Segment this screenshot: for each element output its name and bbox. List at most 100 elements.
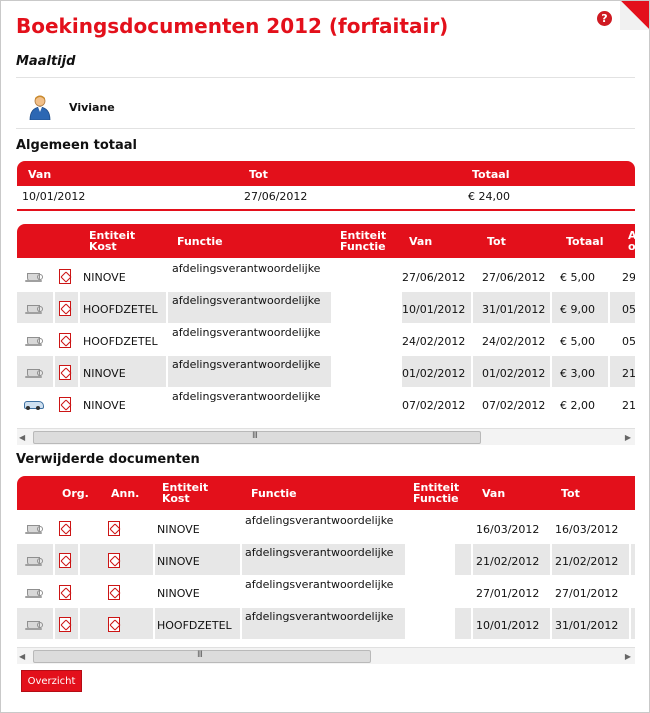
cell-van: 27/06/2012 xyxy=(402,271,466,284)
cell-tot: 16/03/2012 xyxy=(555,523,619,536)
cell-entiteit-kost: NINOVE xyxy=(83,271,126,284)
col-entiteit-functie: Entiteit Functie xyxy=(340,229,387,253)
cup-plate xyxy=(25,280,42,282)
cell-cutoff: 05 xyxy=(622,335,635,348)
scrollbar-thumb[interactable]: III xyxy=(33,650,371,663)
cell-totaal: € 9,00 xyxy=(560,303,595,316)
cell-entiteit-kost: HOOFDZETEL xyxy=(83,303,158,316)
col-entiteit-kost: Entiteit Kost xyxy=(89,229,136,253)
cell-functie: afdelingsverantwoordelijke xyxy=(245,514,394,527)
cell-cutoff: 21 xyxy=(622,367,635,380)
cell-functie: afdelingsverantwoordelijke xyxy=(172,294,321,307)
org-pdf-icon[interactable] xyxy=(59,617,71,632)
help-icon[interactable]: ? xyxy=(597,11,612,26)
col-tot: Tot xyxy=(561,487,580,500)
cup-icon xyxy=(25,303,43,314)
page-corner-fold xyxy=(620,1,649,30)
cell-van: 01/02/2012 xyxy=(402,367,466,380)
documents-table-header: Entiteit Kost Functie Entiteit Functie V… xyxy=(17,224,635,258)
cell-van: 10/01/2012 xyxy=(476,619,540,632)
pdf-icon[interactable] xyxy=(59,269,71,284)
table-row: NINOVE afdelingsverantwoordelijke 27/01/20… xyxy=(17,576,635,608)
col-van: Van xyxy=(409,235,433,248)
cup-icon xyxy=(25,271,43,282)
scroll-right-arrow-icon[interactable]: ▶ xyxy=(625,433,631,442)
car-wheel xyxy=(26,406,30,410)
col-totaal: Totaal xyxy=(566,235,604,248)
col-functie: Functie xyxy=(251,487,297,500)
totals-totaal: € 24,00 xyxy=(468,190,510,203)
ann-pdf-icon[interactable] xyxy=(108,553,120,568)
cell-functie: afdelingsverantwoordelijke xyxy=(172,358,321,371)
cell-tot: 01/02/2012 xyxy=(482,367,546,380)
org-pdf-icon[interactable] xyxy=(59,585,71,600)
cell-van: 21/02/2012 xyxy=(476,555,540,568)
col-functie: Functie xyxy=(177,235,223,248)
col-cutoff: A o xyxy=(628,230,635,253)
documents-horizontal-scrollbar[interactable]: ◀ III ▶ xyxy=(17,428,635,445)
cell-van: 27/01/2012 xyxy=(476,587,540,600)
totals-row: 10/01/2012 27/06/2012 € 24,00 xyxy=(17,186,635,208)
totals-van: 10/01/2012 xyxy=(22,190,86,203)
cell-totaal: € 3,00 xyxy=(560,367,595,380)
scrollbar-thumb[interactable]: III xyxy=(33,431,481,444)
overzicht-button[interactable]: Overzicht xyxy=(21,670,82,692)
col-ann: Ann. xyxy=(111,487,140,500)
cell-tot: 21/02/2012 xyxy=(555,555,619,568)
table-row: NINOVE afdelingsverantwoordelijke 27/06/20… xyxy=(17,260,635,292)
cell-van: 10/01/2012 xyxy=(402,303,466,316)
col-tot: Tot xyxy=(487,235,506,248)
cell-entiteit-kost: NINOVE xyxy=(157,523,200,536)
cell-functie: afdelingsverantwoordelijke xyxy=(245,546,394,559)
cup-icon xyxy=(25,335,43,346)
col-org: Org. xyxy=(62,487,89,500)
org-pdf-icon[interactable] xyxy=(59,553,71,568)
col-van: Van xyxy=(28,168,52,181)
scroll-left-arrow-icon[interactable]: ◀ xyxy=(19,652,25,661)
cell-functie: afdelingsverantwoordelijke xyxy=(245,578,394,591)
cell-tot: 07/02/2012 xyxy=(482,399,546,412)
cell-entiteit-kost: NINOVE xyxy=(157,587,200,600)
pdf-icon[interactable] xyxy=(59,397,71,412)
pdf-icon[interactable] xyxy=(59,301,71,316)
deleted-horizontal-scrollbar[interactable]: ◀ III ▶ xyxy=(17,647,635,664)
pdf-icon[interactable] xyxy=(59,365,71,380)
col-entiteit-functie: Entiteit Functie xyxy=(413,481,460,505)
org-pdf-icon[interactable] xyxy=(59,521,71,536)
table-row: HOOFDZETEL afdelingsverantwoordelijke 10/0… xyxy=(17,608,635,640)
totals-tot: 27/06/2012 xyxy=(244,190,308,203)
shaded-cell xyxy=(455,544,471,575)
cup-plate xyxy=(25,564,42,566)
cup-icon xyxy=(25,619,43,630)
cell-cutoff: 05 xyxy=(622,303,635,316)
ann-pdf-icon[interactable] xyxy=(108,521,120,536)
user-avatar-icon xyxy=(29,95,51,120)
shaded-cell xyxy=(631,544,635,575)
cell-tot: 27/06/2012 xyxy=(482,271,546,284)
page-frame: Boekingsdocumenten 2012 (forfaitair) ? M… xyxy=(0,0,650,713)
shaded-cell xyxy=(631,608,635,639)
ann-pdf-icon[interactable] xyxy=(108,617,120,632)
table-row: NINOVE afdelingsverantwoordelijke 01/02/20… xyxy=(17,356,635,388)
scroll-right-arrow-icon[interactable]: ▶ xyxy=(625,652,631,661)
cup-plate xyxy=(25,628,42,630)
ann-pdf-icon[interactable] xyxy=(108,585,120,600)
col-totaal: Totaal xyxy=(472,168,510,181)
cup-plate xyxy=(25,376,42,378)
cup-plate xyxy=(25,312,42,314)
page-title: Boekingsdocumenten 2012 (forfaitair) xyxy=(16,14,449,38)
cell-entiteit-kost: NINOVE xyxy=(83,399,126,412)
cell-van: 16/03/2012 xyxy=(476,523,540,536)
table-row: NINOVE afdelingsverantwoordelijke 07/02/20… xyxy=(17,388,635,420)
car-icon xyxy=(23,399,44,410)
cup-plate xyxy=(25,532,42,534)
totals-table-header: Van Tot Totaal xyxy=(17,161,635,186)
scroll-left-arrow-icon[interactable]: ◀ xyxy=(19,433,25,442)
col-entiteit-kost: Entiteit Kost xyxy=(162,481,209,505)
cell-tot: 27/01/2012 xyxy=(555,587,619,600)
pdf-icon[interactable] xyxy=(59,333,71,348)
table-row: HOOFDZETEL afdelingsverantwoordelijke 24/0… xyxy=(17,324,635,356)
documents-table: Entiteit Kost Functie Entiteit Functie V… xyxy=(17,224,635,424)
table-row: NINOVE afdelingsverantwoordelijke 21/02/20… xyxy=(17,544,635,576)
cup-plate xyxy=(25,596,42,598)
